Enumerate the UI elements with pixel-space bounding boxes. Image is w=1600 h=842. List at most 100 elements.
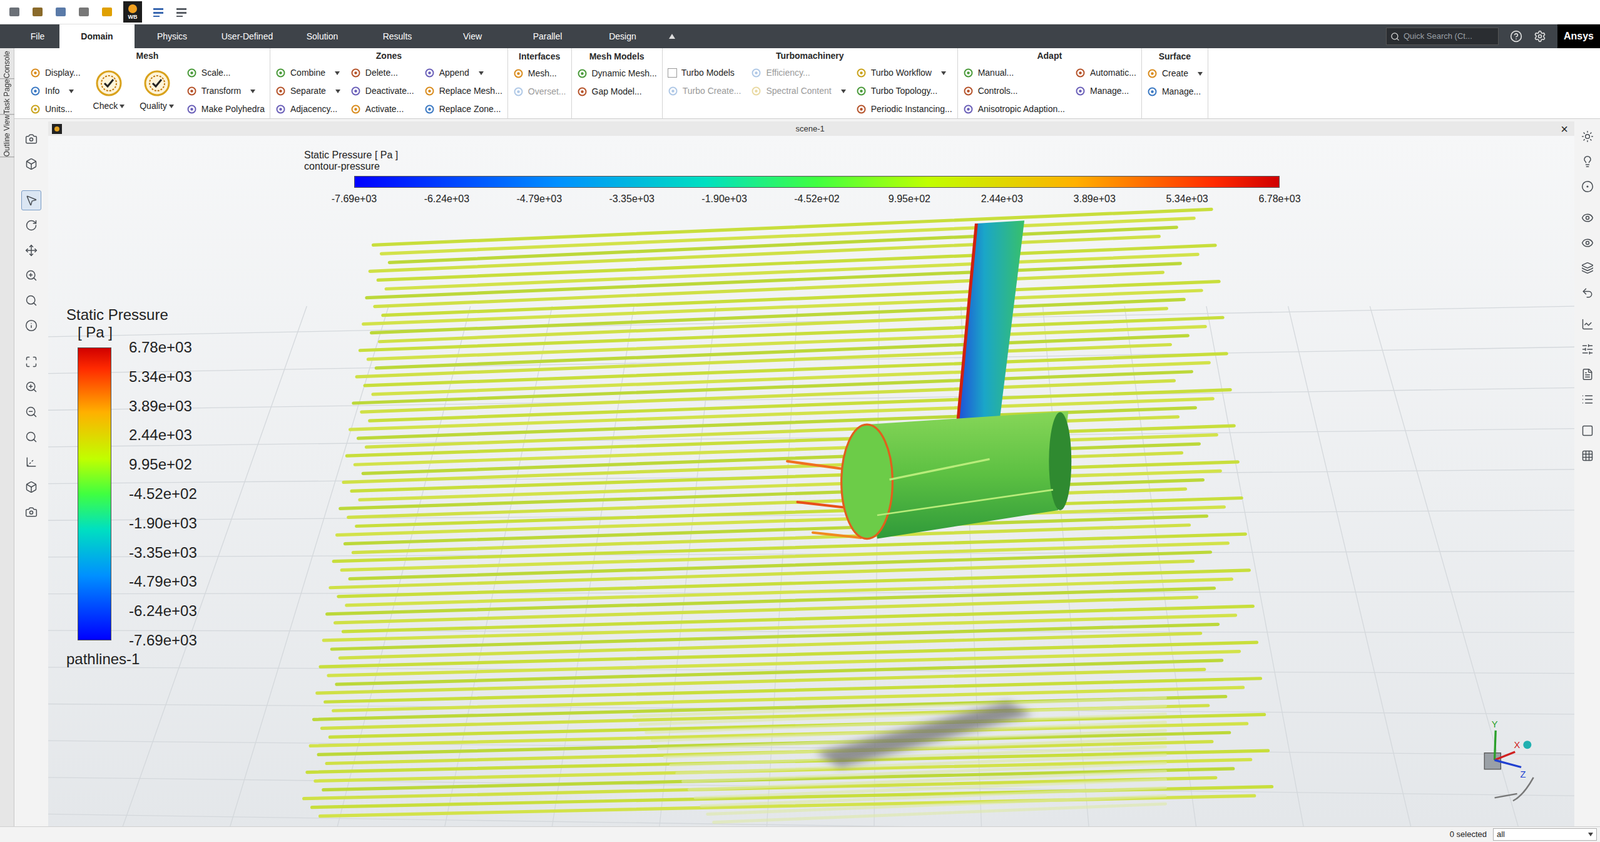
toolbar-button[interactable] [1577,389,1598,410]
quick-access-icon[interactable] [100,5,114,19]
ribbon-button[interactable]: Manual... [963,63,1065,82]
dropdown-caret-icon[interactable] [250,89,256,94]
ribbon-button[interactable]: Efficiency... [750,63,846,82]
toolbar-button[interactable] [21,265,42,286]
toolbar-button[interactable] [21,351,42,372]
ribbon-large-button[interactable]: Quality [137,63,177,119]
ribbon-button[interactable]: Replace Mesh... [424,81,503,101]
ribbon-button[interactable]: Separate [275,81,341,101]
ribbon-button[interactable]: Activate... [350,100,415,119]
toolbar-button[interactable] [1577,232,1598,253]
scene-viewport[interactable]: YXZ [48,135,1575,826]
toolbar-button[interactable] [21,153,42,174]
dropdown-caret-icon[interactable] [68,89,74,94]
dropdown-caret-icon[interactable] [119,104,125,109]
ribbon-button[interactable]: Append [424,63,503,82]
toolbar-button[interactable] [1577,314,1598,335]
ribbon-button[interactable]: Delete... [350,63,415,82]
dropdown-caret-icon[interactable] [941,71,947,76]
toolbar-button[interactable] [21,315,42,336]
dropdown-caret-icon[interactable] [478,71,484,76]
toolbar-button[interactable] [21,190,42,211]
ribbon-button[interactable]: Info [30,81,81,101]
toolbar-button[interactable] [1577,126,1598,147]
help-icon[interactable] [1509,30,1523,43]
ribbon-button[interactable]: Gap Model... [576,82,658,101]
ribbon-button[interactable]: Periodic Instancing... [856,100,953,119]
ribbon-tab[interactable]: User-Defined [209,24,285,49]
ribbon-tab[interactable]: Physics [134,24,210,49]
side-tab[interactable]: Console [0,50,15,79]
toolbar-button[interactable] [21,451,42,472]
ribbon-button[interactable]: Anisotropic Adaption... [963,100,1065,119]
side-tab[interactable]: Task Page [0,78,15,115]
toolbar-button[interactable] [1577,257,1598,278]
ribbon-tab[interactable]: Design [585,24,661,49]
toolbar-button[interactable] [1577,445,1598,466]
ribbon-button[interactable]: Create [1146,64,1203,83]
toolbar-button[interactable] [21,376,42,397]
ribbon-tab[interactable]: Domain [59,24,135,49]
ribbon-tab[interactable]: File [15,24,60,49]
ribbon-button[interactable]: Units... [30,100,81,119]
toolbar-button[interactable] [1577,176,1598,197]
ribbon-button[interactable]: Manage... [1146,82,1203,101]
ribbon-button[interactable]: Turbo Create... [667,81,742,101]
toolbar-button[interactable] [21,476,42,497]
quick-access-icon[interactable] [53,5,68,19]
ribbon-button[interactable]: Controls... [963,81,1065,101]
dropdown-caret-icon[interactable] [168,104,174,109]
checkbox-box[interactable] [667,68,678,78]
ribbon-button[interactable]: Overset... [513,82,567,101]
toolbar-button[interactable] [1577,420,1598,441]
ribbon-button[interactable]: Automatic... [1075,63,1137,82]
dropdown-caret-icon[interactable] [840,89,846,94]
toolbar-button[interactable] [1577,207,1598,228]
toolbar-button[interactable] [21,401,42,422]
quick-access-icon[interactable] [76,5,91,19]
ribbon-button[interactable]: Mesh... [513,64,567,83]
ribbon-tab[interactable]: Solution [284,24,360,49]
quick-search-field[interactable]: Quick Search (Ct... [1385,27,1499,46]
ribbon-button[interactable]: Display... [30,63,81,82]
toolbar-button[interactable] [21,215,42,236]
toolbar-button[interactable] [21,290,42,311]
dropdown-caret-icon[interactable] [335,89,341,94]
ribbon-button[interactable]: Manage... [1075,81,1137,101]
toolbar-button[interactable] [1577,339,1598,360]
toolbar-button[interactable] [21,240,42,261]
dropdown-caret-icon[interactable] [1588,832,1594,836]
ribbon-button[interactable]: Combine [275,63,341,82]
close-button[interactable]: × [1558,122,1571,136]
graphics-canvas[interactable]: YXZStatic Pressure [ Pa ]contour-pressur… [48,135,1575,826]
selection-filter[interactable]: all [1492,827,1597,841]
ribbon-tab[interactable]: Results [359,24,435,49]
dropdown-caret-icon[interactable] [1197,71,1203,76]
quick-access-icon[interactable] [7,5,22,19]
ribbon-button[interactable]: Adjacency... [275,100,341,119]
settings-icon[interactable] [1533,30,1547,43]
workbench-button[interactable]: WB [123,1,143,23]
collapse-ribbon-icon[interactable] [668,33,676,39]
toolbar-button[interactable] [1577,282,1598,303]
ribbon-button[interactable]: Dynamic Mesh... [576,64,658,83]
toolbar-button[interactable] [21,426,42,447]
dropdown-caret-icon[interactable] [334,71,340,76]
ribbon-button[interactable]: Deactivate... [350,81,415,101]
ribbon-button[interactable]: Make Polyhedra [186,100,265,119]
ribbon-large-button[interactable]: Check [90,63,128,119]
toolbar-button[interactable] [21,128,42,149]
ribbon-button[interactable]: Turbo Workflow [856,63,953,82]
quick-access-icon[interactable] [174,5,189,19]
quick-access-icon[interactable] [151,5,166,19]
side-tab[interactable]: Outline View [0,114,15,158]
ribbon-tab[interactable]: Parallel [509,24,586,49]
toolbar-button[interactable] [21,501,42,522]
ribbon-button[interactable]: Scale... [186,63,265,82]
ribbon-button[interactable]: Transform [186,81,265,101]
toolbar-button[interactable] [1577,151,1598,172]
ribbon-button[interactable]: Turbo Topology... [856,81,953,101]
ribbon-button[interactable]: Replace Zone... [424,100,503,119]
quick-access-icon[interactable] [30,5,45,19]
toolbar-button[interactable] [1577,364,1598,385]
